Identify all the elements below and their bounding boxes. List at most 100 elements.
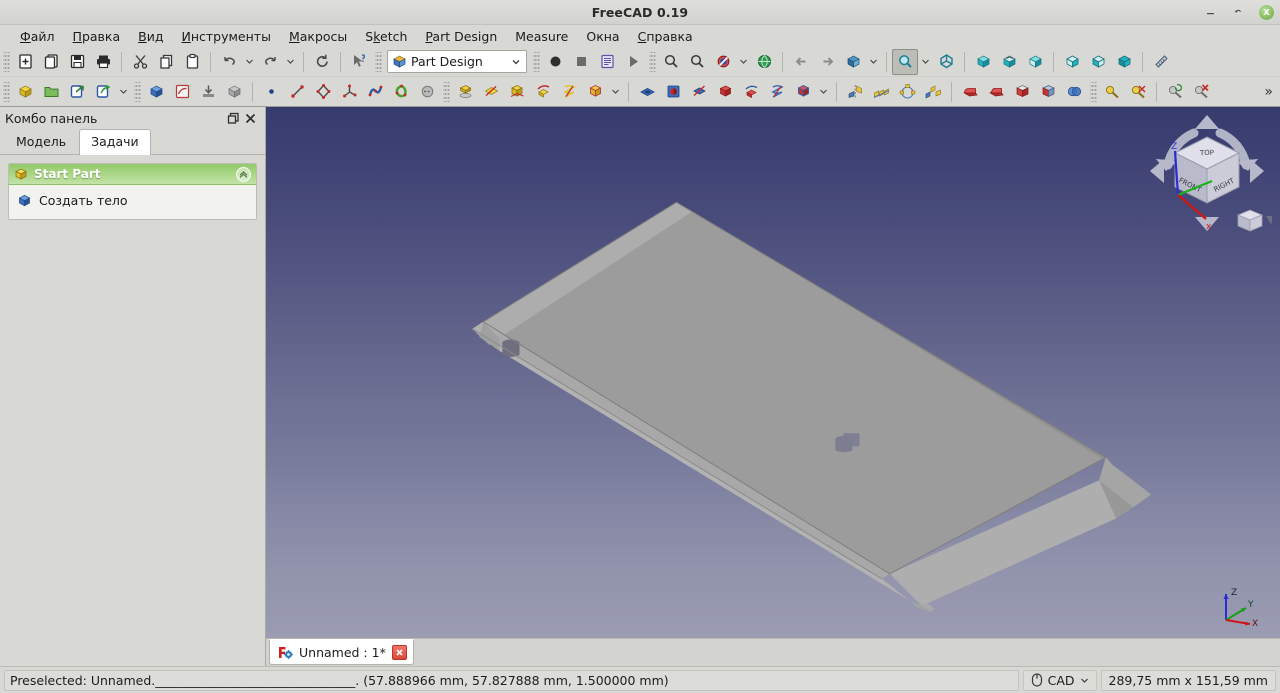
minimize-button[interactable]	[1203, 5, 1218, 20]
menu-sketch[interactable]: Sketch	[356, 27, 416, 46]
toolbar-grip[interactable]	[649, 51, 656, 72]
arc-icon[interactable]	[336, 79, 362, 105]
measure-angular-icon[interactable]	[1125, 79, 1151, 105]
whats-this-icon[interactable]	[346, 49, 372, 75]
additive-chevron-down-icon[interactable]	[608, 79, 623, 105]
view-rear-icon[interactable]	[1059, 49, 1085, 75]
additive-loft-icon[interactable]	[504, 79, 530, 105]
toolbar-overflow-button[interactable]: »	[1256, 84, 1280, 100]
subtractive-primitive-icon[interactable]	[790, 79, 816, 105]
fillet-icon[interactable]	[957, 79, 983, 105]
measure-icon[interactable]	[1148, 49, 1174, 75]
redo-icon[interactable]	[257, 49, 283, 75]
document-tab-close-icon[interactable]	[391, 645, 407, 660]
line-icon[interactable]	[284, 79, 310, 105]
tab-model[interactable]: Модель	[4, 129, 78, 154]
cut-icon[interactable]	[127, 49, 153, 75]
subtractive-chevron-down-icon[interactable]	[816, 79, 831, 105]
print-icon[interactable]	[90, 49, 116, 75]
menu-view[interactable]: Вид	[129, 27, 172, 46]
axonometric-chevron-down-icon[interactable]	[866, 49, 881, 75]
3d-viewport[interactable]: TOP FRONT RIGHT Z x Z Y X	[266, 107, 1280, 638]
navigation-style-selector[interactable]: CAD	[1022, 669, 1097, 691]
close-button[interactable]: x	[1259, 5, 1274, 20]
view-forward-icon[interactable]	[814, 49, 840, 75]
create-part-icon[interactable]	[12, 79, 38, 105]
workbench-selector[interactable]: Part Design	[387, 50, 527, 73]
point-icon[interactable]	[258, 79, 284, 105]
subtractive-loft-icon[interactable]	[712, 79, 738, 105]
chamfer-icon[interactable]	[983, 79, 1009, 105]
task-action-create-body[interactable]: Создать тело	[14, 191, 251, 210]
fit-selection-icon[interactable]	[684, 49, 710, 75]
make-link-icon[interactable]	[64, 79, 90, 105]
view-back-icon[interactable]	[788, 49, 814, 75]
validate-sketch-icon[interactable]	[221, 79, 247, 105]
link-chevron-down-icon[interactable]	[116, 79, 131, 105]
mirrored-icon[interactable]	[842, 79, 868, 105]
menu-windows[interactable]: Окна	[577, 27, 628, 46]
polyline-icon[interactable]	[310, 79, 336, 105]
workbench-chevron-down-icon[interactable]	[507, 57, 524, 67]
zoom-select-icon[interactable]	[892, 48, 918, 75]
toolbar-grip[interactable]	[134, 81, 141, 102]
open-document-icon[interactable]	[38, 49, 64, 75]
create-body-icon[interactable]	[143, 79, 169, 105]
subtractive-helix-icon[interactable]	[764, 79, 790, 105]
draft-icon[interactable]	[1009, 79, 1035, 105]
link-actions-icon[interactable]	[90, 79, 116, 105]
toggle-construction-icon[interactable]	[414, 79, 440, 105]
new-document-icon[interactable]	[12, 49, 38, 75]
macro-execute-icon[interactable]	[620, 49, 646, 75]
document-tab[interactable]: Unnamed : 1*	[269, 639, 414, 665]
view-globe-icon[interactable]	[751, 49, 777, 75]
measure-refresh-icon[interactable]	[1162, 79, 1188, 105]
menu-part-design[interactable]: Part Design	[416, 27, 506, 46]
create-sketch-icon[interactable]	[169, 79, 195, 105]
attach-sketch-icon[interactable]	[195, 79, 221, 105]
toolbar-grip[interactable]	[443, 81, 450, 102]
undock-panel-icon[interactable]	[225, 110, 242, 127]
menu-tools[interactable]: Инструменты	[172, 27, 279, 46]
macro-stop-icon[interactable]	[568, 49, 594, 75]
view-top-icon[interactable]	[996, 49, 1022, 75]
view-bottom-icon[interactable]	[1085, 49, 1111, 75]
toolbar-grip[interactable]	[3, 51, 10, 72]
toolbar-grip[interactable]	[1090, 81, 1097, 102]
menu-macro[interactable]: Макросы	[280, 27, 356, 46]
linear-pattern-icon[interactable]	[868, 79, 894, 105]
paste-icon[interactable]	[179, 49, 205, 75]
menu-measure[interactable]: Measure	[506, 27, 577, 46]
save-document-icon[interactable]	[64, 49, 90, 75]
menu-help[interactable]: Справка	[629, 27, 702, 46]
measure-clear-icon[interactable]	[1188, 79, 1214, 105]
thickness-icon[interactable]	[1035, 79, 1061, 105]
toolbar-grip[interactable]	[3, 81, 10, 102]
bspline-icon[interactable]	[362, 79, 388, 105]
groove-icon[interactable]	[686, 79, 712, 105]
revolution-icon[interactable]	[478, 79, 504, 105]
navigation-cube[interactable]: TOP FRONT RIGHT Z x	[1142, 107, 1276, 247]
measure-linear-icon[interactable]	[1099, 79, 1125, 105]
copy-icon[interactable]	[153, 49, 179, 75]
close-panel-icon[interactable]	[242, 110, 259, 127]
macro-record-icon[interactable]	[542, 49, 568, 75]
additive-helix-icon[interactable]	[556, 79, 582, 105]
fit-all-icon[interactable]	[658, 49, 684, 75]
toolbar-grip[interactable]	[533, 51, 540, 72]
refresh-icon[interactable]	[309, 49, 335, 75]
create-group-icon[interactable]	[38, 79, 64, 105]
view-front-icon[interactable]	[970, 49, 996, 75]
pad-icon[interactable]	[452, 79, 478, 105]
polar-pattern-icon[interactable]	[894, 79, 920, 105]
draw-style-chevron-down-icon[interactable]	[736, 49, 751, 75]
toolbar-grip[interactable]	[375, 51, 382, 72]
additive-primitive-icon[interactable]	[582, 79, 608, 105]
draw-style-icon[interactable]	[710, 49, 736, 75]
undo-icon[interactable]	[216, 49, 242, 75]
boolean-icon[interactable]	[1061, 79, 1087, 105]
macro-edit-icon[interactable]	[594, 49, 620, 75]
subtractive-pipe-icon[interactable]	[738, 79, 764, 105]
menu-edit[interactable]: Правка	[64, 27, 130, 46]
zoom-select-chevron-down-icon[interactable]	[918, 49, 933, 75]
